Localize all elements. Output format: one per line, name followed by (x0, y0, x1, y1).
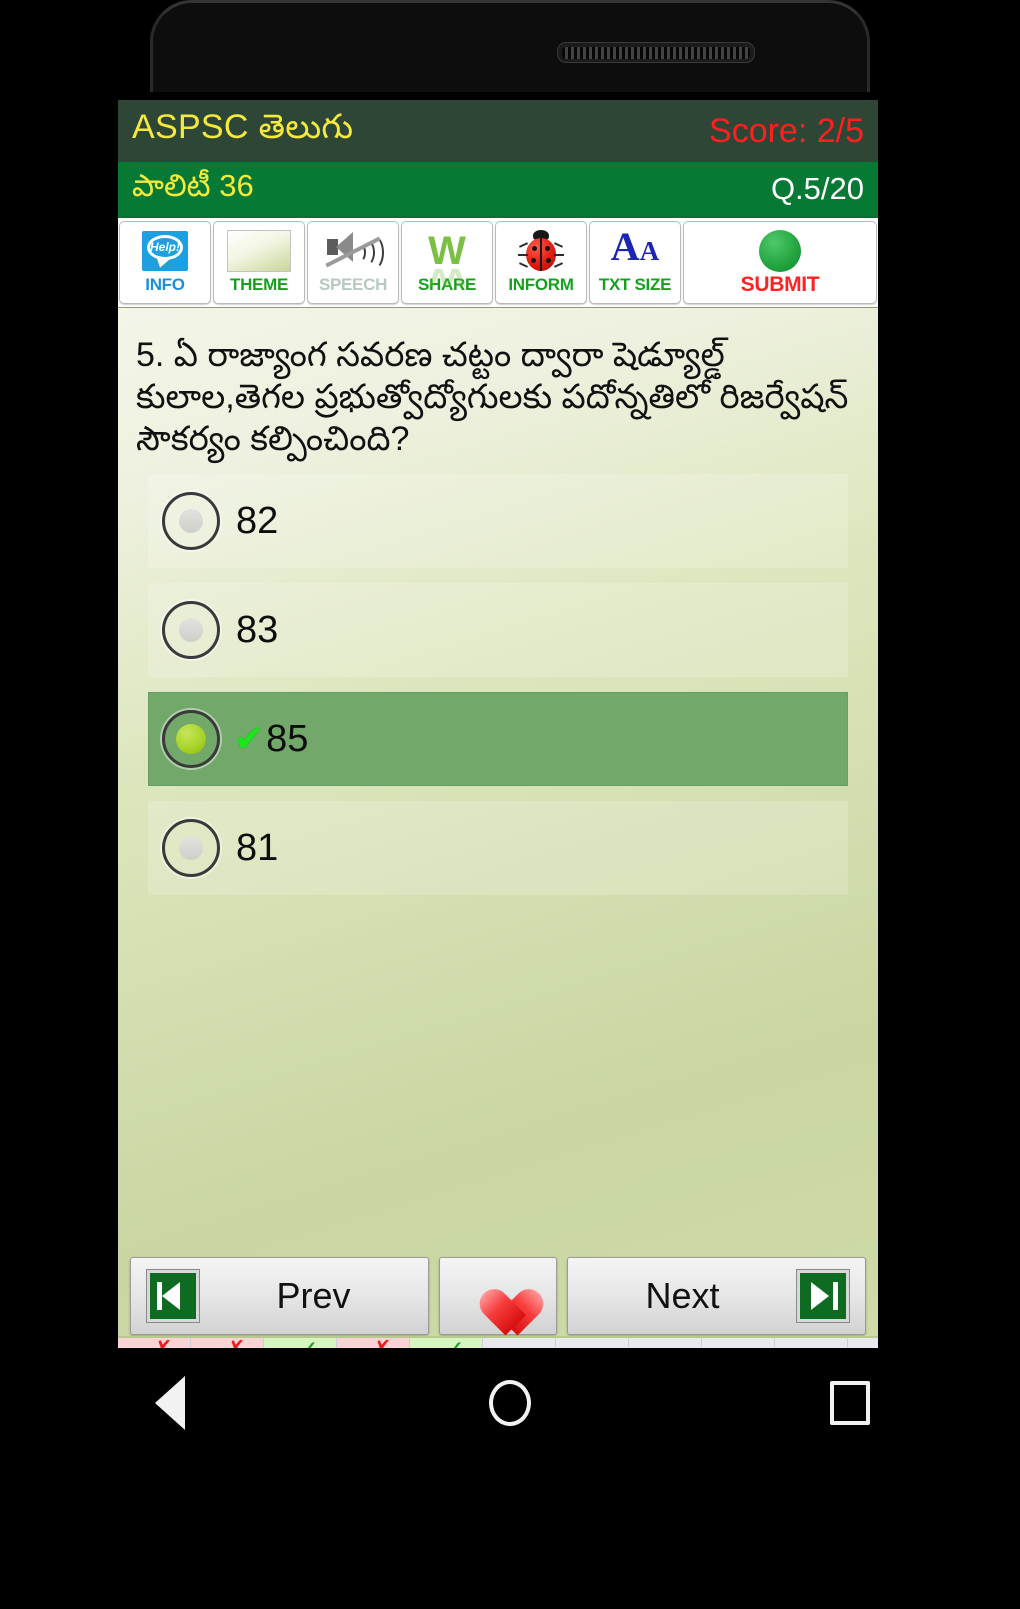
green-circle-icon (759, 227, 801, 275)
inform-button-label: INFORM (508, 275, 574, 294)
score-label: Score: 2/5 (709, 111, 864, 150)
speaker-muted-icon (325, 227, 384, 275)
cell-mark-1: ✗ (152, 1338, 173, 1349)
option-label-2: 83 (236, 608, 279, 651)
question-cell-7[interactable]: 7 (556, 1338, 629, 1348)
option-row-1[interactable]: 82 (148, 474, 848, 568)
info-button[interactable]: Help! INFO (119, 221, 211, 304)
question-cell-3[interactable]: ✓ 3 (264, 1338, 337, 1348)
submit-button[interactable]: SUBMIT (683, 221, 877, 304)
subject-bar: పాలిటీ 36 Q.5/20 (118, 162, 878, 216)
action-toolbar: Help! INFO THEME SPEECH W W SHARE INFORM… (118, 216, 878, 308)
next-button-label: Next (645, 1275, 720, 1316)
cell-mark-2: ✗ (225, 1338, 246, 1349)
share-w-icon: WW (428, 229, 466, 291)
theme-button[interactable]: THEME (213, 221, 305, 304)
radio-button-1[interactable] (162, 492, 220, 550)
submit-button-label: SUBMIT (740, 273, 820, 296)
correct-check-icon: ✔ (234, 718, 265, 759)
back-triangle-icon[interactable] (143, 1376, 197, 1430)
question-cell-1[interactable]: ✗ 1 (118, 1338, 191, 1348)
option-row-4[interactable]: 81 (148, 801, 848, 895)
text-size-button-label: TXT SIZE (598, 275, 672, 294)
option-label-1: 82 (236, 499, 279, 542)
speech-button[interactable]: SPEECH (307, 221, 399, 304)
option-row-2[interactable]: 83 (148, 583, 848, 677)
radio-button-2[interactable] (162, 601, 220, 659)
ladybug-icon (518, 227, 564, 275)
earpiece-speaker (557, 42, 755, 63)
subject-label: పాలిటీ 36 (132, 167, 254, 203)
option-row-3-selected[interactable]: ✔ 85 (148, 692, 848, 786)
favorite-button[interactable] (439, 1257, 557, 1335)
app-title: ASPSC తెలుగు (132, 107, 354, 146)
cell-mark-4: ✗ (371, 1338, 392, 1349)
prev-button[interactable]: Prev (130, 1257, 429, 1335)
question-pane: 5. ఏ రాజ్యాంగ సవరణ చట్టం ద్వారా షెడ్యూల్… (118, 308, 878, 1348)
question-navigation: Prev Next (118, 1254, 878, 1338)
text-size-button[interactable]: AA TXT SIZE (589, 221, 681, 304)
question-cell-10[interactable]: 10 (775, 1338, 848, 1348)
cell-mark-5: ✓ (444, 1338, 465, 1349)
question-counter: Q.5/20 (770, 171, 864, 206)
question-index-strip: ✗ 1 ✗ 2 ✓ 3 ✗ 4 ✓ 5 (118, 1336, 878, 1348)
theme-swatch-icon (227, 227, 291, 275)
next-button[interactable]: Next (567, 1257, 866, 1335)
device-bezel-top (150, 0, 870, 92)
theme-button-label: THEME (229, 275, 288, 294)
question-text: 5. ఏ రాజ్యాంగ సవరణ చట్టం ద్వారా షెడ్యూల్… (136, 336, 849, 458)
question-cell-6[interactable]: 6 (483, 1338, 556, 1348)
app-title-bar: ASPSC తెలుగు Score: 2/5 (118, 100, 878, 162)
system-navigation-bar (0, 1348, 1020, 1458)
home-circle-icon[interactable] (483, 1376, 537, 1430)
options-list: 82 83 ✔ 85 81 (118, 466, 878, 895)
skip-last-icon (797, 1270, 849, 1322)
speaker-grille (562, 47, 750, 59)
radio-button-4[interactable] (162, 819, 220, 877)
text-size-aa-icon: AA (610, 223, 660, 269)
recents-square-icon[interactable] (823, 1376, 877, 1430)
skip-first-icon (147, 1270, 199, 1322)
question-cell-9[interactable]: 9 (702, 1338, 775, 1348)
help-info-icon: Help! (142, 227, 188, 275)
heart-icon (470, 1270, 526, 1322)
device-frame: ASPSC తెలుగు Score: 2/5 పాలిటీ 36 Q.5/20… (0, 0, 1020, 1609)
info-button-label: INFO (145, 275, 185, 294)
speech-button-label: SPEECH (318, 275, 388, 294)
share-button[interactable]: WW SHARE (401, 221, 493, 304)
question-cell-8[interactable]: 8 (629, 1338, 702, 1348)
question-cell-5[interactable]: ✓ 5 (410, 1338, 483, 1348)
app-screen: ASPSC తెలుగు Score: 2/5 పాలిటీ 36 Q.5/20… (118, 100, 878, 1348)
cell-mark-3: ✓ (298, 1338, 319, 1349)
option-label-3: 85 (266, 717, 309, 760)
option-label-4: 81 (236, 826, 279, 869)
prev-button-label: Prev (276, 1275, 351, 1316)
question-cell-2[interactable]: ✗ 2 (191, 1338, 264, 1348)
question-cell-4[interactable]: ✗ 4 (337, 1338, 410, 1348)
radio-button-3[interactable] (162, 710, 220, 768)
inform-button[interactable]: INFORM (495, 221, 587, 304)
